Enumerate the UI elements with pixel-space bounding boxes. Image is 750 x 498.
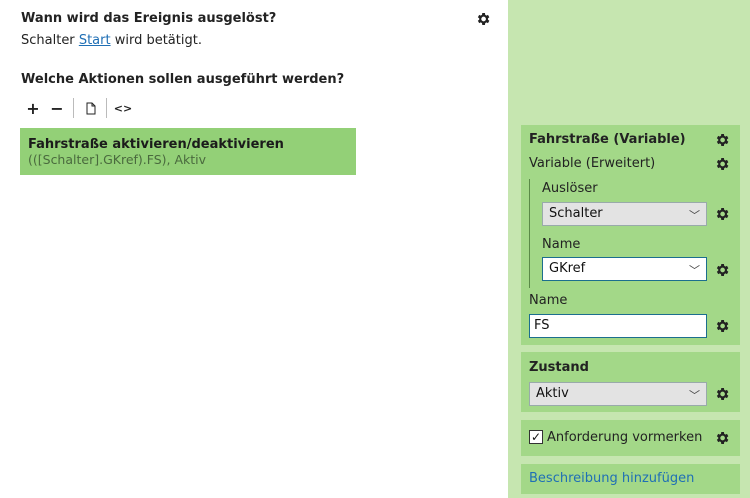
name-select[interactable]: GKref ﹀ [542, 257, 707, 281]
name-select-value: GKref [549, 261, 586, 276]
reserve-label[interactable]: Anforderung vormerken [547, 430, 702, 445]
trigger-description: Schalter Start wird betätigt. [21, 33, 202, 48]
actions-question: Welche Aktionen sollen ausgeführt werden… [21, 72, 345, 87]
add-action-button[interactable]: + [21, 97, 45, 119]
reserve-checkbox[interactable]: ✓ [529, 430, 543, 444]
gear-icon[interactable] [714, 318, 730, 334]
reserve-panel: ✓ Anforderung vormerken [521, 420, 740, 456]
state-select[interactable]: Aktiv ﹀ [529, 382, 707, 406]
toolbar-divider [106, 98, 107, 118]
trigger-label: Auslöser [542, 181, 598, 196]
gear-icon[interactable] [714, 132, 730, 148]
gear-icon[interactable] [714, 206, 730, 222]
state-header: Zustand [529, 360, 589, 375]
name-label: Name [542, 237, 581, 252]
trigger-prefix: Schalter [21, 33, 75, 48]
indent-line [529, 179, 530, 288]
event-editor: Wann wird das Ereignis ausgelöst? Schalt… [0, 0, 508, 498]
trigger-select[interactable]: Schalter ﹀ [542, 202, 707, 226]
trigger-link[interactable]: Start [79, 33, 111, 48]
actions-toolbar: + − <> [21, 97, 135, 119]
outer-name-field[interactable]: FS [529, 314, 707, 338]
action-item[interactable]: Fahrstraße aktivieren/deaktivieren (([Sc… [20, 128, 356, 175]
gear-icon[interactable] [714, 386, 730, 402]
gear-icon[interactable] [714, 156, 730, 172]
trigger-question: Wann wird das Ereignis ausgelöst? [21, 11, 277, 26]
trigger-suffix: wird betätigt. [114, 33, 202, 48]
description-panel: Beschreibung hinzufügen [521, 464, 740, 494]
state-select-value: Aktiv [536, 386, 569, 401]
code-button[interactable]: <> [111, 97, 135, 119]
gear-icon[interactable] [714, 430, 730, 446]
gear-icon[interactable] [714, 262, 730, 278]
chevron-down-icon: ﹀ [689, 209, 700, 222]
action-title: Fahrstraße aktivieren/deaktivieren [28, 137, 284, 152]
add-description-link[interactable]: Beschreibung hinzufügen [529, 471, 694, 486]
chevron-down-icon: ﹀ [689, 389, 700, 402]
toolbar-divider [73, 98, 74, 118]
route-mode: Variable (Erweitert) [529, 156, 656, 171]
gear-icon[interactable] [475, 11, 491, 27]
route-panel: Fahrstraße (Variable) Variable (Erweiter… [521, 125, 740, 345]
copy-icon[interactable] [78, 97, 102, 119]
route-header: Fahrstraße (Variable) [529, 132, 686, 147]
action-subtitle: (([Schalter].GKref).FS), Aktiv [28, 152, 207, 167]
trigger-select-value: Schalter [549, 206, 603, 221]
outer-name-label: Name [529, 293, 568, 308]
state-panel: Zustand Aktiv ﹀ [521, 352, 740, 412]
remove-action-button[interactable]: − [45, 97, 69, 119]
chevron-down-icon: ﹀ [689, 264, 700, 277]
